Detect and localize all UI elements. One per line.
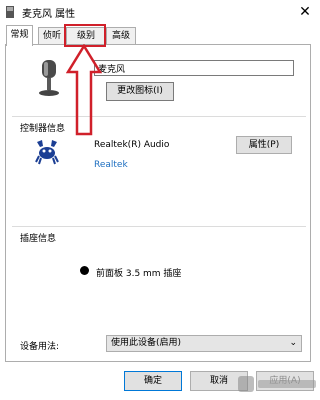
title-bar: 麦克风 属性 ✕ bbox=[0, 0, 320, 24]
jack-info-text: 前面板 3.5 mm 插座 bbox=[96, 269, 182, 279]
speaker-icon bbox=[6, 6, 14, 18]
annotation-arrow-icon bbox=[66, 44, 102, 136]
properties-button[interactable]: 属性(P) bbox=[236, 136, 292, 154]
separator bbox=[12, 226, 306, 227]
ok-button[interactable]: 确定 bbox=[124, 371, 182, 391]
device-name-field[interactable] bbox=[94, 60, 294, 76]
tab-general[interactable]: 常规 bbox=[6, 25, 33, 46]
separator bbox=[12, 116, 306, 117]
controller-device-name: Realtek(R) Audio bbox=[94, 140, 170, 150]
vendor-link[interactable]: Realtek bbox=[94, 160, 128, 170]
device-usage-label: 设备用法: bbox=[20, 342, 60, 352]
jack-indicator-icon bbox=[80, 266, 89, 275]
jack-section-title: 插座信息 bbox=[20, 234, 57, 244]
microphone-icon bbox=[39, 60, 59, 96]
chevron-down-icon: ⌄ bbox=[289, 338, 297, 348]
controller-section-title: 控制器信息 bbox=[20, 124, 66, 134]
close-button[interactable]: ✕ bbox=[290, 0, 320, 24]
window-title: 麦克风 属性 bbox=[22, 9, 76, 20]
realtek-crab-icon bbox=[35, 140, 59, 165]
device-usage-select[interactable]: 使用此设备(启用) ⌄ bbox=[106, 335, 302, 352]
tab-advanced[interactable]: 高级 bbox=[106, 27, 136, 45]
change-icon-button[interactable]: 更改图标(I) bbox=[106, 82, 174, 101]
device-usage-value: 使用此设备(启用) bbox=[111, 338, 182, 348]
tab-listen[interactable]: 侦听 bbox=[38, 27, 66, 45]
watermark-logo-icon bbox=[238, 376, 316, 392]
